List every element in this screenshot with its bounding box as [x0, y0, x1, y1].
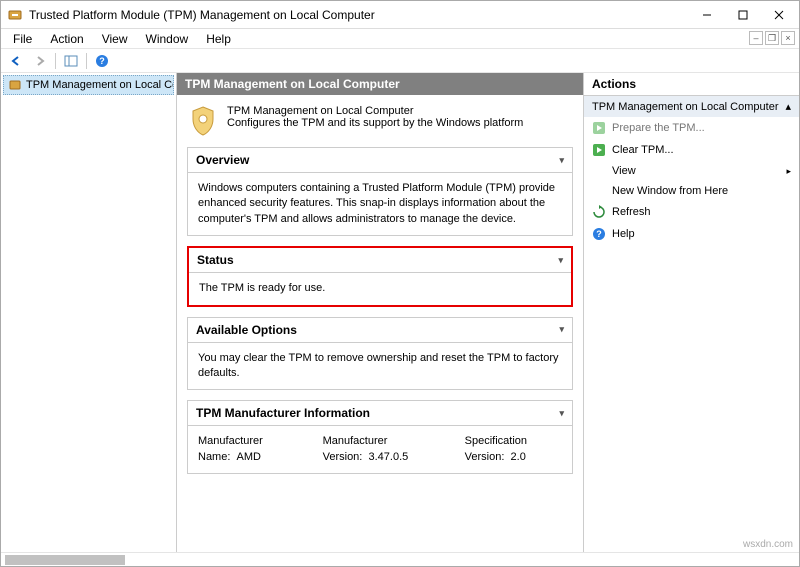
actions-header: Actions: [584, 73, 799, 96]
spec-version: Specification Version: 2.0: [465, 434, 562, 465]
section-status-title: Status: [197, 253, 234, 267]
window-controls: [689, 1, 797, 28]
actions-group-label: TPM Management on Local Computer: [592, 101, 778, 113]
separator: [86, 53, 87, 69]
main-area: TPM Management on Local Compu TPM Manage…: [1, 73, 799, 552]
play-icon: [592, 121, 606, 135]
tpm-icon: [8, 78, 22, 92]
window: Trusted Platform Module (TPM) Management…: [0, 0, 800, 567]
action-view-label: View: [612, 165, 636, 177]
menubar: File Action View Window Help – ❐ ×: [1, 29, 799, 49]
info-card: TPM Management on Local Computer Configu…: [183, 101, 577, 147]
section-status-body: The TPM is ready for use.: [189, 273, 571, 304]
section-overview: Overview ▾ Windows computers containing …: [187, 147, 573, 236]
horizontal-scrollbar[interactable]: [1, 552, 799, 566]
section-manufacturer-header[interactable]: TPM Manufacturer Information ▾: [188, 401, 572, 426]
maximize-button[interactable]: [725, 1, 761, 28]
mfr-version: Manufacturer Version: 3.47.0.5: [323, 434, 441, 465]
svg-text:?: ?: [596, 229, 602, 239]
collapse-icon[interactable]: ▾: [559, 408, 564, 419]
minimize-button[interactable]: [689, 1, 725, 28]
help-icon: ?: [592, 227, 606, 241]
section-manufacturer-title: TPM Manufacturer Information: [196, 406, 370, 420]
action-view[interactable]: View ▸: [584, 161, 799, 181]
content-pane: TPM Management on Local Computer TPM Man…: [177, 73, 583, 552]
action-clear[interactable]: Clear TPM...: [584, 139, 799, 161]
menu-view[interactable]: View: [94, 31, 136, 47]
help-button[interactable]: ?: [91, 51, 113, 71]
section-manufacturer-body: Manufacturer Name: AMD Manufacturer Vers…: [188, 426, 572, 473]
chevron-right-icon: ▸: [786, 166, 791, 177]
action-refresh-label: Refresh: [612, 206, 651, 218]
separator: [55, 53, 56, 69]
tree-pane[interactable]: TPM Management on Local Compu: [1, 73, 177, 552]
refresh-icon: [592, 205, 606, 219]
collapse-icon[interactable]: ▾: [559, 324, 564, 335]
menu-action[interactable]: Action: [42, 31, 91, 47]
chevron-up-icon: ▴: [785, 100, 791, 113]
section-status-header[interactable]: Status ▾: [189, 248, 571, 273]
shield-icon: [189, 105, 217, 137]
show-hide-button[interactable]: [60, 51, 82, 71]
collapse-icon[interactable]: ▾: [558, 255, 563, 266]
forward-button[interactable]: [29, 51, 51, 71]
section-available-title: Available Options: [196, 323, 297, 337]
action-refresh[interactable]: Refresh: [584, 201, 799, 223]
section-status: Status ▾ The TPM is ready for use.: [187, 246, 573, 306]
back-button[interactable]: [5, 51, 27, 71]
info-text: TPM Management on Local Computer Configu…: [227, 105, 523, 129]
mdi-minimize-button[interactable]: –: [749, 31, 763, 45]
action-new-window[interactable]: New Window from Here: [584, 181, 799, 201]
section-overview-body: Windows computers containing a Trusted P…: [188, 173, 572, 235]
titlebar[interactable]: Trusted Platform Module (TPM) Management…: [1, 1, 799, 29]
toolbar: ?: [1, 49, 799, 73]
section-available: Available Options ▾ You may clear the TP…: [187, 317, 573, 391]
info-subtitle: Configures the TPM and its support by th…: [227, 117, 523, 129]
action-help[interactable]: ? Help: [584, 223, 799, 245]
close-button[interactable]: [761, 1, 797, 28]
section-overview-header[interactable]: Overview ▾: [188, 148, 572, 173]
content-header: TPM Management on Local Computer: [177, 73, 583, 95]
scrollbar-thumb[interactable]: [5, 555, 125, 565]
actions-group-header[interactable]: TPM Management on Local Computer ▴: [584, 96, 799, 117]
section-available-body: You may clear the TPM to remove ownershi…: [188, 343, 572, 390]
app-icon: [7, 7, 23, 23]
svg-text:?: ?: [99, 56, 105, 66]
window-title: Trusted Platform Module (TPM) Management…: [29, 8, 689, 22]
actions-pane: Actions TPM Management on Local Computer…: [583, 73, 799, 552]
content-scroll[interactable]: TPM Management on Local Computer Configu…: [177, 95, 583, 552]
play-icon: [592, 143, 606, 157]
action-help-label: Help: [612, 228, 635, 240]
action-clear-label: Clear TPM...: [612, 144, 674, 156]
mfr-name: Manufacturer Name: AMD: [198, 434, 299, 465]
mdi-close-button[interactable]: ×: [781, 31, 795, 45]
menu-file[interactable]: File: [5, 31, 40, 47]
menu-help[interactable]: Help: [198, 31, 239, 47]
section-manufacturer: TPM Manufacturer Information ▾ Manufactu…: [187, 400, 573, 474]
collapse-icon[interactable]: ▾: [559, 155, 564, 166]
mdi-controls: – ❐ ×: [749, 31, 795, 45]
info-title: TPM Management on Local Computer: [227, 105, 523, 117]
tree-root-item[interactable]: TPM Management on Local Compu: [3, 75, 174, 95]
action-prepare-label: Prepare the TPM...: [612, 122, 705, 134]
menu-window[interactable]: Window: [138, 31, 197, 47]
mdi-restore-button[interactable]: ❐: [765, 31, 779, 45]
action-new-window-label: New Window from Here: [612, 185, 728, 197]
section-overview-title: Overview: [196, 153, 249, 167]
action-prepare[interactable]: Prepare the TPM...: [584, 117, 799, 139]
section-available-header[interactable]: Available Options ▾: [188, 318, 572, 343]
watermark: wsxdn.com: [743, 539, 793, 550]
tree-root-label: TPM Management on Local Compu: [26, 79, 174, 91]
